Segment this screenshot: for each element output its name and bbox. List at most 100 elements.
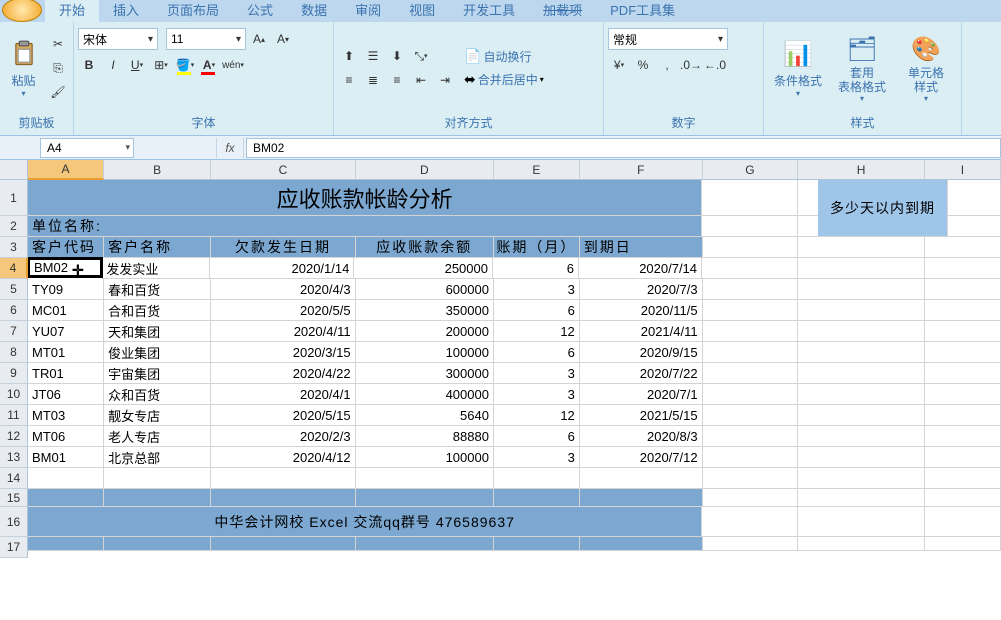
cell[interactable]: 2020/7/12 xyxy=(580,447,703,468)
cell[interactable]: 2020/8/3 xyxy=(580,426,703,447)
font-name-select[interactable]: 宋体 xyxy=(78,28,158,50)
merge-center-button[interactable]: ⬌合并后居中▾ xyxy=(464,71,544,88)
cell[interactable]: 2020/4/12 xyxy=(211,447,355,468)
cell[interactable] xyxy=(104,468,211,489)
cell[interactable] xyxy=(925,384,1001,405)
currency-button[interactable]: ¥▾ xyxy=(608,54,630,76)
cell[interactable]: 3 xyxy=(494,447,580,468)
cell[interactable]: 2020/9/15 xyxy=(580,342,703,363)
col-header-C[interactable]: C xyxy=(211,160,355,180)
cell[interactable] xyxy=(798,300,925,321)
cell[interactable] xyxy=(703,300,799,321)
paste-button[interactable]: 粘贴 ▾ xyxy=(4,33,43,103)
cell[interactable]: 2020/4/3 xyxy=(211,279,355,300)
font-size-select[interactable]: 11 xyxy=(166,28,246,50)
cell[interactable]: 88880 xyxy=(356,426,494,447)
cell[interactable]: 众和百货 xyxy=(104,384,211,405)
cell[interactable] xyxy=(580,468,703,489)
cell[interactable]: 天和集团 xyxy=(104,321,211,342)
cell[interactable]: 200000 xyxy=(356,321,494,342)
formula-input[interactable]: BM02 xyxy=(246,138,1001,158)
comma-button[interactable]: , xyxy=(656,54,678,76)
cell[interactable] xyxy=(798,384,925,405)
tab-4[interactable]: 数据 xyxy=(287,0,341,22)
cell[interactable]: 发发实业 xyxy=(102,258,209,279)
col-header-A[interactable]: A xyxy=(28,160,104,180)
cell[interactable] xyxy=(494,537,580,551)
cell[interactable]: 多少天以内到期 xyxy=(818,180,948,237)
cell[interactable] xyxy=(925,489,1001,507)
cell[interactable] xyxy=(925,279,1001,300)
cell[interactable]: 6 xyxy=(494,300,580,321)
row-header-8[interactable]: 8 xyxy=(0,342,28,363)
col-header-H[interactable]: H xyxy=(798,160,925,180)
cell[interactable]: 中华会计网校 Excel 交流qq群号 476589637 xyxy=(28,507,702,537)
row-header-14[interactable]: 14 xyxy=(0,468,28,489)
increase-indent-button[interactable]: ⇥ xyxy=(434,69,456,91)
row-header-9[interactable]: 9 xyxy=(0,363,28,384)
cell[interactable] xyxy=(104,489,211,507)
conditional-format-button[interactable]: 📊 条件格式▾ xyxy=(768,33,828,103)
cell[interactable] xyxy=(356,468,494,489)
cell[interactable] xyxy=(356,537,494,551)
cell[interactable]: 应收账款余额 xyxy=(356,237,494,258)
cell[interactable] xyxy=(702,258,798,279)
row-header-7[interactable]: 7 xyxy=(0,321,28,342)
cell[interactable]: TR01 xyxy=(28,363,104,384)
cell[interactable] xyxy=(798,537,925,551)
col-header-D[interactable]: D xyxy=(356,160,494,180)
cell[interactable] xyxy=(925,237,1001,258)
cell[interactable] xyxy=(703,321,799,342)
cell[interactable]: 300000 xyxy=(356,363,494,384)
cell[interactable]: 2020/11/5 xyxy=(580,300,703,321)
cell[interactable]: 2021/5/15 xyxy=(580,405,703,426)
cell[interactable]: 客户名称 xyxy=(104,237,211,258)
cell[interactable]: 6 xyxy=(493,258,579,279)
cell[interactable]: 12 xyxy=(494,321,580,342)
cell[interactable] xyxy=(703,279,799,300)
cell[interactable] xyxy=(798,426,925,447)
cell[interactable] xyxy=(925,342,1001,363)
cell[interactable]: 12 xyxy=(494,405,580,426)
row-header-2[interactable]: 2 xyxy=(0,216,28,237)
decrease-indent-button[interactable]: ⇤ xyxy=(410,69,432,91)
cell[interactable] xyxy=(702,507,798,537)
decrease-font-button[interactable]: A▾ xyxy=(272,28,294,50)
select-all-corner[interactable] xyxy=(0,160,28,180)
cell[interactable]: 2020/4/22 xyxy=(211,363,355,384)
cell[interactable] xyxy=(703,537,799,551)
cell[interactable] xyxy=(703,426,799,447)
row-header-12[interactable]: 12 xyxy=(0,426,28,447)
cell[interactable]: BM01 xyxy=(28,447,104,468)
cell[interactable] xyxy=(356,489,494,507)
cell[interactable] xyxy=(211,537,355,551)
cell[interactable]: 350000 xyxy=(356,300,494,321)
cell[interactable] xyxy=(28,468,104,489)
cell[interactable] xyxy=(798,237,925,258)
cell[interactable]: 100000 xyxy=(356,447,494,468)
cell[interactable]: 6 xyxy=(494,342,580,363)
border-button[interactable]: ⊞▾ xyxy=(150,54,172,76)
cell[interactable] xyxy=(925,447,1001,468)
cell[interactable] xyxy=(798,279,925,300)
tab-2[interactable]: 页面布局 xyxy=(153,0,233,22)
format-painter-button[interactable]: 🖌 xyxy=(47,81,69,103)
cell[interactable]: 2020/7/1 xyxy=(580,384,703,405)
col-header-E[interactable]: E xyxy=(494,160,580,180)
row-header-10[interactable]: 10 xyxy=(0,384,28,405)
tab-5[interactable]: 审阅 xyxy=(341,0,395,22)
cell[interactable] xyxy=(925,300,1001,321)
row-header-16[interactable]: 16 xyxy=(0,507,28,537)
cell[interactable] xyxy=(703,405,799,426)
underline-button[interactable]: U▾ xyxy=(126,54,148,76)
cell[interactable]: 客户代码 xyxy=(28,237,104,258)
cell[interactable] xyxy=(925,258,1001,279)
align-middle-button[interactable]: ☰ xyxy=(362,45,384,67)
orientation-button[interactable]: ⤡▾ xyxy=(410,45,432,67)
font-color-button[interactable]: A▾ xyxy=(198,54,220,76)
align-bottom-button[interactable]: ⬇ xyxy=(386,45,408,67)
cell[interactable]: 5640 xyxy=(356,405,494,426)
cell[interactable]: 2020/7/22 xyxy=(580,363,703,384)
cell[interactable]: 单位名称: xyxy=(28,216,702,237)
number-format-select[interactable]: 常规 xyxy=(608,28,728,50)
